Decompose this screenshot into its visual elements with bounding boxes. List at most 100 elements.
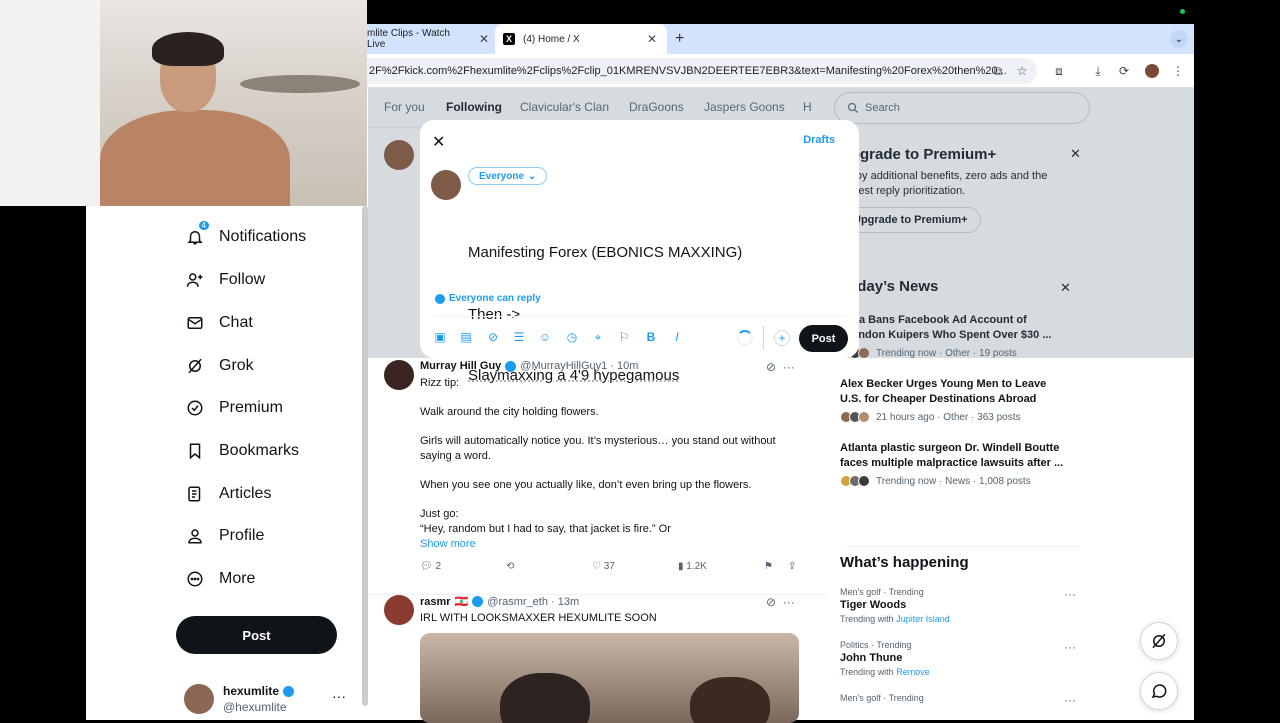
poll-icon[interactable]: ☰ [512, 330, 526, 344]
reply-button[interactable]: 💬︎ 2 [420, 561, 441, 572]
more-dots-icon[interactable]: ··· [1064, 640, 1076, 654]
profile-avatar[interactable] [1145, 64, 1159, 78]
post-author[interactable]: rasmr [420, 596, 451, 608]
browser-tab-kick[interactable]: mlite Clips - Watch Live ✕ [367, 24, 489, 54]
close-tab-icon[interactable]: ✕ [647, 32, 657, 46]
sidebar-item-follow[interactable]: Follow [185, 265, 265, 295]
install-app-icon[interactable]: ⧉ [991, 64, 1005, 78]
sidebar-item-more[interactable]: More [185, 564, 255, 594]
gif-icon[interactable]: ▤ [459, 330, 473, 344]
like-button[interactable]: ♡ 37 [592, 561, 615, 572]
grok-float-button[interactable] [1140, 622, 1178, 660]
bookmark-icon[interactable]: ⚑ [764, 561, 773, 572]
post-button[interactable]: Post [799, 325, 848, 352]
more-dots-icon[interactable]: ··· [1064, 693, 1076, 707]
flag-icon[interactable]: ⚐ [617, 330, 631, 344]
like-count: 37 [603, 561, 615, 572]
reply-setting-button[interactable]: Everyone can reply [435, 293, 541, 304]
account-switcher[interactable]: hexumlite @hexumlite ··· [184, 682, 354, 714]
trend-with-row: Trending with Jupiter Island [840, 614, 1080, 624]
sidebar-post-button[interactable]: Post [176, 616, 337, 654]
feed-post[interactable]: rasmr 🇱🇧 @rasmr_eth · 13m ⊘ ··· IRL WITH… [368, 594, 828, 723]
divider [435, 316, 845, 317]
share-icon[interactable]: ⇪ [788, 561, 796, 572]
close-tab-icon[interactable]: ✕ [479, 32, 489, 46]
trend-item[interactable]: Men's golf · Trending ··· [840, 693, 1080, 707]
download-icon[interactable]: ⤓ [1091, 64, 1105, 78]
happening-title: What’s happening [840, 554, 969, 571]
sidebar-item-label: Notifications [219, 228, 307, 245]
image-icon[interactable]: ▣ [433, 330, 447, 344]
whats-happening-card: What’s happening Men's golf · Trending T… [840, 554, 1080, 720]
schedule-icon[interactable]: ◷ [565, 330, 579, 344]
more-dots-icon[interactable]: ··· [1064, 587, 1076, 601]
trend-item[interactable]: Politics · Trending John Thune Trending … [840, 640, 1080, 677]
show-more-link[interactable]: Show more [420, 537, 810, 552]
location-icon[interactable]: ⌖ [591, 330, 605, 344]
compose-line: Manifesting Forex (EBONICS MAXXING) [468, 244, 743, 261]
chat-bubble-icon [1150, 682, 1168, 700]
news-item[interactable]: Atlanta plastic surgeon Dr. Windell Bout… [840, 441, 1070, 487]
post-paragraph: When you see one you actually like, don’… [420, 479, 752, 491]
trend-with-link[interactable]: Jupiter Island [896, 614, 950, 624]
sidebar-item-grok[interactable]: Grok [185, 351, 254, 381]
tab-search-chevron-icon[interactable]: ⌄ [1170, 30, 1188, 48]
recording-indicator [1180, 9, 1185, 14]
browser-menu-icon[interactable]: ⋮ [1171, 64, 1185, 78]
post-media[interactable] [420, 633, 799, 723]
avatar-stack [840, 475, 870, 487]
trend-category: Men's golf · Trending [840, 587, 924, 597]
sidebar-item-chat[interactable]: Chat [185, 308, 253, 338]
reply-setting-label: Everyone can reply [449, 293, 541, 304]
verified-icon [283, 685, 295, 697]
account-name-row: hexumlite [223, 684, 298, 698]
browser-tab-x[interactable]: X (4) Home / X ✕ [495, 24, 667, 54]
follow-icon [185, 270, 205, 290]
sidebar-item-notifications[interactable]: 4 Notifications [185, 221, 307, 252]
views-button[interactable]: ▮ 1.2K [678, 561, 707, 572]
address-bar[interactable]: 2F%2Fkick.com%2Fhexumlite%2Fclips%2Fclip… [367, 58, 1037, 84]
close-icon[interactable]: ✕ [432, 132, 445, 152]
add-post-icon[interactable]: + [774, 330, 790, 346]
avatar[interactable] [384, 595, 414, 625]
news-item[interactable]: Alex Becker Urges Young Men to Leave U.S… [840, 377, 1070, 423]
globe-icon [435, 293, 445, 304]
avatar[interactable] [384, 360, 414, 390]
audience-selector[interactable]: Everyone ⌄ [468, 167, 548, 185]
sidebar-item-bookmarks[interactable]: Bookmarks [185, 436, 299, 466]
messages-float-button[interactable] [1140, 672, 1178, 710]
separator: · [547, 595, 558, 608]
post-menu-icons[interactable]: ⊘ ··· [766, 595, 795, 609]
articles-icon [185, 484, 205, 504]
browser-toolbar: 2F%2Fkick.com%2Fhexumlite%2Fclips%2Fclip… [367, 54, 1194, 88]
more-circle-icon [185, 569, 205, 589]
trend-category: Politics · Trending [840, 640, 912, 650]
bookmark-star-icon[interactable]: ☆ [1015, 64, 1029, 78]
avatar [184, 684, 214, 714]
italic-icon[interactable]: I [670, 330, 684, 344]
post-paragraph: Girls will automatically notice you. It’… [420, 435, 776, 462]
trend-name: John Thune [840, 652, 903, 664]
webcam-overlay [0, 0, 367, 206]
bookmark-icon [185, 441, 205, 461]
post-menu-icons[interactable]: ⊘ ··· [766, 360, 795, 374]
emoji-icon[interactable]: ☺ [538, 330, 552, 344]
repost-icon[interactable]: ⟲ [506, 561, 514, 572]
drafts-button[interactable]: Drafts [803, 134, 835, 146]
trend-with-link[interactable]: Remove [896, 667, 930, 677]
sidebar-item-articles[interactable]: Articles [185, 479, 271, 509]
grok-icon[interactable]: ⊘ [486, 330, 500, 344]
divider [763, 326, 764, 350]
compose-textarea[interactable]: Manifesting Forex (EBONICS MAXXING) Then… [468, 202, 742, 428]
sidebar-item-premium[interactable]: Premium [185, 393, 283, 423]
trend-item[interactable]: Men's golf · Trending Tiger Woods Trendi… [840, 587, 1080, 624]
mail-icon [185, 313, 205, 333]
webcam-person-body [100, 110, 290, 206]
media-figure [690, 677, 770, 723]
bold-icon[interactable]: B [644, 330, 658, 344]
sidebar-item-profile[interactable]: Profile [185, 521, 264, 551]
extensions-icon[interactable]: ⧈ [1052, 64, 1066, 78]
sync-icon[interactable]: ⟳ [1117, 64, 1131, 78]
new-tab-icon[interactable]: + [675, 30, 684, 48]
more-dots-icon[interactable]: ··· [332, 688, 346, 704]
